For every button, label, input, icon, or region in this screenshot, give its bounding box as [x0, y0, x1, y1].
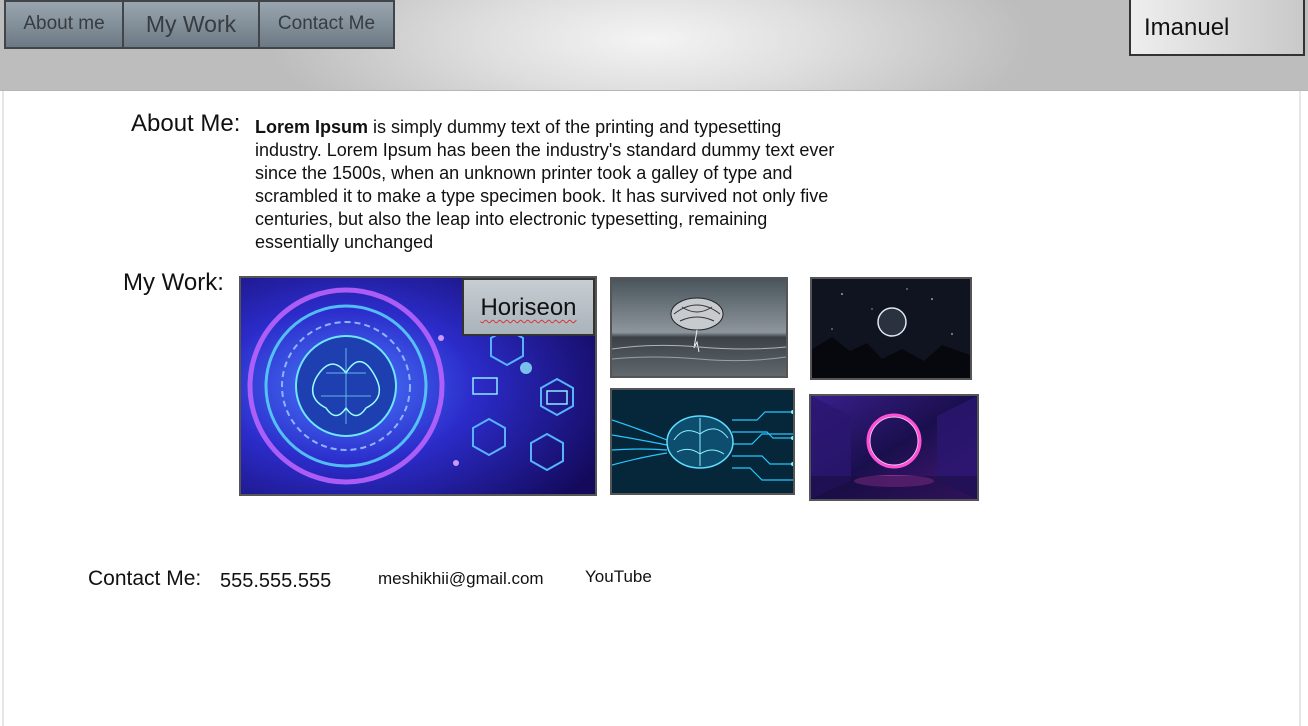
work-image-4[interactable]: [809, 394, 979, 501]
nav-tab-my-work[interactable]: My Work: [122, 0, 260, 49]
neon-ring-image: [811, 396, 977, 499]
work-image-3[interactable]: [610, 388, 795, 495]
contact-email-link[interactable]: meshikhii@gmail.com: [378, 569, 544, 589]
brand-name[interactable]: Imanuel: [1129, 0, 1305, 56]
nav-tab-contact[interactable]: Contact Me: [258, 0, 395, 49]
nav-tab-about[interactable]: About me: [4, 0, 124, 49]
header-bar: About me My Work Contact Me Imanuel: [0, 0, 1308, 91]
page-border-right: [1299, 91, 1301, 726]
about-paragraph: Lorem Ipsum is simply dummy text of the …: [255, 116, 835, 254]
work-heading: My Work:: [123, 269, 224, 296]
about-heading: About Me:: [131, 110, 241, 137]
planet-night-sky-image: [812, 279, 970, 378]
floating-brain-landscape-image: [612, 279, 786, 376]
horiseon-label[interactable]: Horiseon: [462, 278, 595, 336]
about-body-text: is simply dummy text of the printing and…: [255, 117, 835, 252]
horiseon-label-text: Horiseon: [480, 294, 577, 321]
page-border-left: [2, 91, 4, 726]
work-image-1[interactable]: [610, 277, 788, 378]
circuit-brain-image: [612, 390, 793, 493]
contact-phone: 555.555.555: [220, 570, 332, 592]
contact-youtube-link[interactable]: YouTube: [585, 567, 652, 587]
contact-heading: Contact Me:: [88, 567, 202, 590]
about-bold-lead: Lorem Ipsum: [255, 117, 369, 137]
work-image-2[interactable]: [810, 277, 972, 380]
